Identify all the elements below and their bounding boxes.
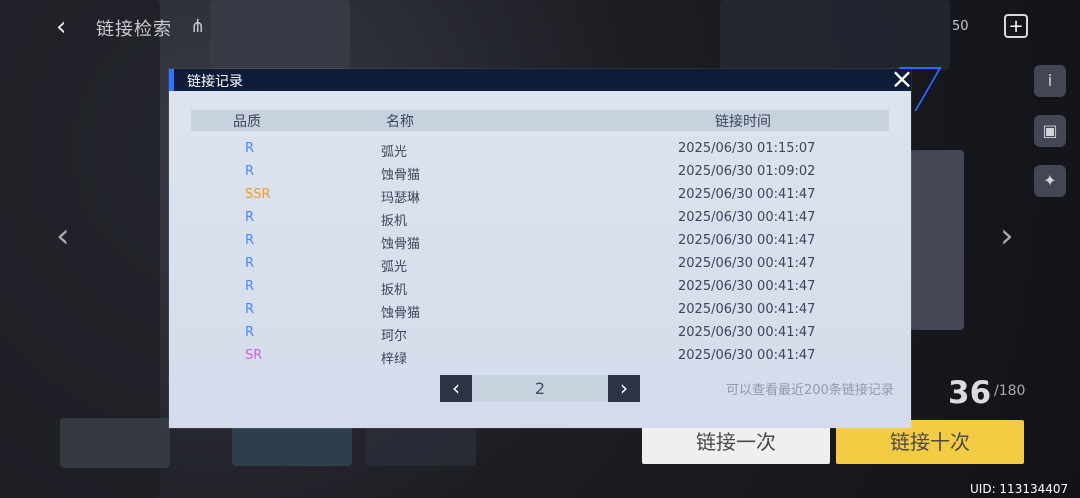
close-button[interactable]: × — [885, 64, 919, 94]
header-accent — [169, 69, 174, 91]
row-time: 2025/06/30 01:15:07 — [678, 141, 816, 156]
table-row: R 蚀骨猫 2025/06/30 01:09:02 — [191, 161, 889, 184]
table-row: SSR 玛瑟琳 2025/06/30 00:41:47 — [191, 184, 889, 207]
table-row: R 弧光 2025/06/30 01:15:07 — [191, 138, 889, 161]
row-quality: R — [245, 210, 255, 225]
row-quality: R — [245, 302, 255, 317]
row-quality: R — [245, 325, 255, 340]
record-icon[interactable]: ▣ — [1034, 115, 1066, 147]
add-icon[interactable]: + — [1004, 14, 1028, 38]
resource-count: 50 — [952, 19, 969, 34]
page-title: 链接检索 — [96, 19, 172, 40]
modal-title: 链接记录 — [187, 74, 243, 90]
row-name: 珂尔 — [381, 329, 408, 344]
row-name: 扳机 — [381, 214, 408, 229]
table-row: R 珂尔 2025/06/30 00:41:47 — [191, 322, 889, 345]
row-name: 玛瑟琳 — [381, 191, 421, 206]
row-name: 弧光 — [381, 260, 408, 275]
row-time: 2025/06/30 00:41:47 — [678, 187, 816, 202]
row-time: 2025/06/30 00:41:47 — [678, 279, 816, 294]
row-name: 弧光 — [381, 145, 408, 160]
row-name: 扳机 — [381, 283, 408, 298]
row-time: 2025/06/30 00:41:47 — [678, 210, 816, 225]
row-name: 蚀骨猫 — [381, 306, 421, 321]
row-time: 2025/06/30 00:41:47 — [678, 256, 816, 271]
page-number: 2 — [472, 375, 608, 402]
pity-counter: 36 — [948, 375, 992, 411]
row-name: 梓绿 — [381, 352, 408, 367]
info-icon[interactable]: i — [1034, 65, 1066, 97]
header-quality: 品质 — [233, 114, 261, 130]
row-time: 2025/06/30 00:41:47 — [678, 233, 816, 248]
row-quality: SR — [245, 348, 263, 363]
row-quality: R — [245, 164, 255, 179]
row-quality: R — [245, 141, 255, 156]
gift-icon[interactable]: ✦ — [1034, 165, 1066, 197]
row-quality: R — [245, 256, 255, 271]
table-row: SR 梓绿 2025/06/30 00:41:47 — [191, 345, 889, 368]
table-row: R 蚀骨猫 2025/06/30 00:41:47 — [191, 230, 889, 253]
right-arrow-icon[interactable]: › — [1000, 216, 1014, 256]
row-name: 蚀骨猫 — [381, 237, 421, 252]
row-time: 2025/06/30 00:41:47 — [678, 348, 816, 363]
top-bar: ‹ 链接检索 ⋔ 50 + — [0, 0, 1080, 55]
row-time: 2025/06/30 00:41:47 — [678, 302, 816, 317]
row-time: 2025/06/30 01:09:02 — [678, 164, 816, 179]
table-body: R 弧光 2025/06/30 01:15:07 R 蚀骨猫 2025/06/30 01:… — [191, 138, 889, 368]
modal-header: 链接记录 — [169, 69, 911, 91]
header-time: 链接时间 — [715, 114, 771, 130]
row-quality: SSR — [245, 187, 271, 202]
link-record-modal: 链接记录 品质 名称 链接时间 R 弧光 2025/06/30 01:15:07 R 蚀… — [169, 67, 942, 428]
pity-counter-total: /180 — [994, 383, 1026, 399]
record-table: 品质 名称 链接时间 R 弧光 2025/06/30 01:15:07 R 蚀骨猫 202… — [191, 110, 889, 368]
right-sidebar: i ▣ ✦ — [1032, 65, 1068, 215]
prev-page-button[interactable]: ‹ — [440, 375, 472, 402]
header-name: 名称 — [386, 114, 414, 130]
table-row: R 扳机 2025/06/30 00:41:47 — [191, 207, 889, 230]
next-page-button[interactable]: › — [608, 375, 640, 402]
history-note: 可以查看最近200条链接记录 — [726, 383, 894, 398]
pagination: ‹ 2 › — [440, 375, 640, 402]
row-name: 蚀骨猫 — [381, 168, 421, 183]
tree-icon[interactable]: ⋔ — [190, 16, 212, 38]
back-icon[interactable]: ‹ — [56, 12, 84, 42]
uid-text: UID: 113134407 — [970, 482, 1069, 496]
row-time: 2025/06/30 00:41:47 — [678, 325, 816, 340]
table-header: 品质 名称 链接时间 — [191, 110, 889, 131]
row-quality: R — [245, 279, 255, 294]
table-row: R 弧光 2025/06/30 00:41:47 — [191, 253, 889, 276]
row-quality: R — [245, 233, 255, 248]
left-arrow-icon[interactable]: ‹ — [56, 216, 70, 256]
table-row: R 扳机 2025/06/30 00:41:47 — [191, 276, 889, 299]
table-row: R 蚀骨猫 2025/06/30 00:41:47 — [191, 299, 889, 322]
